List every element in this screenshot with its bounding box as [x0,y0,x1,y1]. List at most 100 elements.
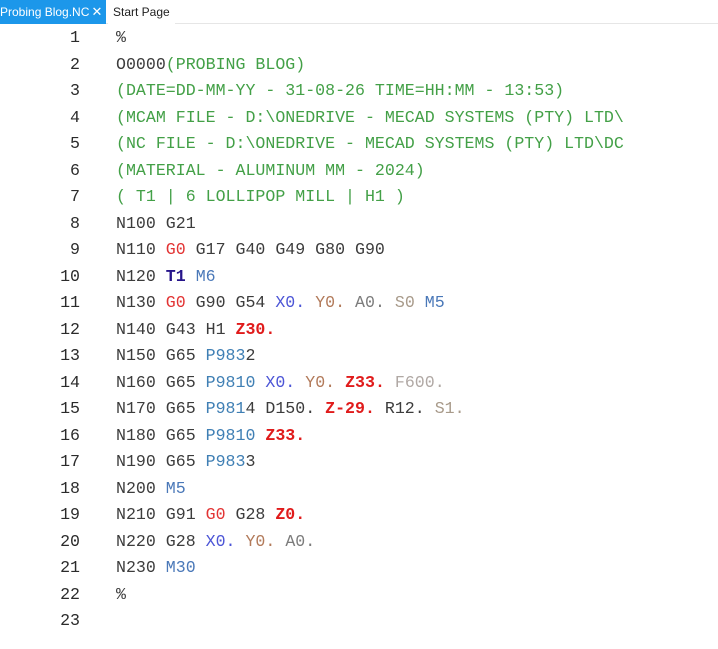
code-token: O0000 [116,54,166,74]
code-token: (MATERIAL - ALUMINUM MM - 2024) [116,160,425,180]
line-number: 22 [60,584,80,604]
code-token: R12. [374,399,435,418]
line-code: N140 G43 H1 Z30. [116,317,275,343]
code-token: N190 G65 [116,452,206,471]
code-token: N150 G65 [116,346,206,365]
line-number: 11 [60,293,80,312]
line-code: (MATERIAL - ALUMINUM MM - 2024) [116,158,425,184]
code-line[interactable]: 2 O0000(PROBING BLOG) [0,52,718,78]
code-token: P983 [205,452,246,471]
code-line[interactable]: 21 N230 M30 [0,555,718,581]
code-token: Z0. [275,505,306,524]
code-token: % [116,584,126,604]
code-token: G0 [165,240,186,259]
code-line[interactable]: 3 (DATE=DD-MM-YY - 31-08-26 TIME=HH:MM - … [0,78,718,104]
code-token: N210 G91 [116,505,206,524]
code-token: N140 G43 H1 [116,319,236,339]
code-line[interactable]: 13 N150 G65 P9832 [0,343,718,369]
code-line[interactable]: 8 N100 G21 [0,211,718,237]
line-code: O0000(PROBING BLOG) [116,52,305,78]
code-line[interactable]: 12 N140 G43 H1 Z30. [0,317,718,343]
code-token: M6 [195,266,216,286]
tab-start-page[interactable]: Start Page [108,0,175,24]
line-code: N100 G21 [116,211,196,237]
tab-label: Probing Blog.NC [0,5,90,19]
code-line[interactable]: 1% [0,25,718,51]
code-token: Y0. [305,372,336,392]
code-token: M30 [165,558,196,577]
line-code: ( T1 | 6 LOLLIPOP MILL | H1 ) [116,184,405,210]
line-number: 7 [70,187,80,206]
code-token: (MCAM FILE - D:\ONEDRIVE - MECAD SYSTEMS… [116,107,624,127]
line-number: 20 [60,531,80,551]
code-token: P983 [205,346,246,365]
code-token: (DATE=DD-MM-YY - 31-08-26 TIME=HH:MM - 1… [116,81,565,100]
code-token: Y0. [245,531,276,551]
line-code: N130 G0 G90 G54 X0. Y0. A0. S0 M5 [116,290,445,316]
line-number: 9 [70,240,80,259]
line-code: N210 G91 G0 G28 Z0. [116,502,305,528]
tab-label: Start Page [113,5,170,19]
code-token: F600. [394,372,445,392]
code-line[interactable]: 17 N190 G65 P9833 [0,449,718,475]
code-line[interactable]: 19 N210 G91 G0 G28 Z0. [0,502,718,528]
code-token: N230 [116,558,166,577]
line-number: 21 [60,558,80,577]
code-line[interactable]: 20 N220 G28 X0. Y0. A0. [0,529,718,555]
code-line[interactable]: 7 ( T1 | 6 LOLLIPOP MILL | H1 ) [0,184,718,210]
line-code: N220 G28 X0. Y0. A0. [116,529,315,555]
code-token: P9810 [205,372,256,392]
line-code: N170 G65 P9814 D150. Z-29. R12. S1. [116,396,465,422]
code-line[interactable]: 4 (MCAM FILE - D:\ONEDRIVE - MECAD SYSTEM… [0,105,718,131]
code-line[interactable]: 22% [0,582,718,608]
code-line[interactable]: 10 N120 T1 M6 [0,264,718,290]
code-line[interactable]: 18 N200 M5 [0,476,718,502]
tab-probing-blog-nc[interactable]: Probing Blog.NC ✕ [0,0,106,24]
line-code: N230 M30 [116,555,196,581]
line-code: (MCAM FILE - D:\ONEDRIVE - MECAD SYSTEMS… [116,105,624,131]
line-number: 23 [60,611,80,630]
code-token: M5 [424,293,445,312]
code-line[interactable]: 11 N130 G0 G90 G54 X0. Y0. A0. S0 M5 [0,290,718,316]
line-code: N200 M5 [116,476,186,502]
code-line[interactable]: 23 [0,608,718,634]
line-number: 19 [60,505,80,524]
line-number: 2 [70,54,80,74]
code-token: Z30. [235,319,276,339]
code-token: G17 G40 G49 G80 G90 [185,240,385,259]
code-editor[interactable]: 1% 2 O0000(PROBING BLOG) 3 (DATE=DD-MM-YY - … [0,24,718,649]
line-number: 14 [60,372,80,392]
code-line[interactable]: 15 N170 G65 P9814 D150. Z-29. R12. S1. [0,396,718,422]
line-number: 18 [60,478,80,498]
code-token: S1. [434,399,465,418]
code-token: N160 G65 [116,372,206,392]
code-token: G0 [205,505,226,524]
code-line[interactable]: 14 N160 G65 P9810 X0. Y0. Z33. F600. [0,370,718,396]
code-token: N170 G65 [116,399,206,418]
code-line[interactable]: 9 N110 G0 G17 G40 G49 G80 G90 [0,237,718,263]
code-token: X0. [205,531,236,551]
close-icon[interactable]: ✕ [90,0,104,24]
code-token: N110 [116,240,166,259]
code-line[interactable]: 6 (MATERIAL - ALUMINUM MM - 2024) [0,158,718,184]
code-token: N220 G28 [116,531,206,551]
line-number: 4 [70,107,80,127]
code-token: G28 [225,505,276,524]
code-token: (PROBING BLOG) [165,54,306,74]
line-code: N160 G65 P9810 X0. Y0. Z33. F600. [116,370,445,396]
code-line[interactable]: 5 (NC FILE - D:\ONEDRIVE - MECAD SYSTEMS … [0,131,718,157]
code-token: Z-29. [325,399,375,418]
code-line[interactable]: 16 N180 G65 P9810 Z33. [0,423,718,449]
line-code: % [116,25,126,51]
code-token: Z33. [265,425,306,445]
line-number: 13 [60,346,80,365]
code-token: M5 [165,478,186,498]
line-number: 8 [70,213,80,233]
